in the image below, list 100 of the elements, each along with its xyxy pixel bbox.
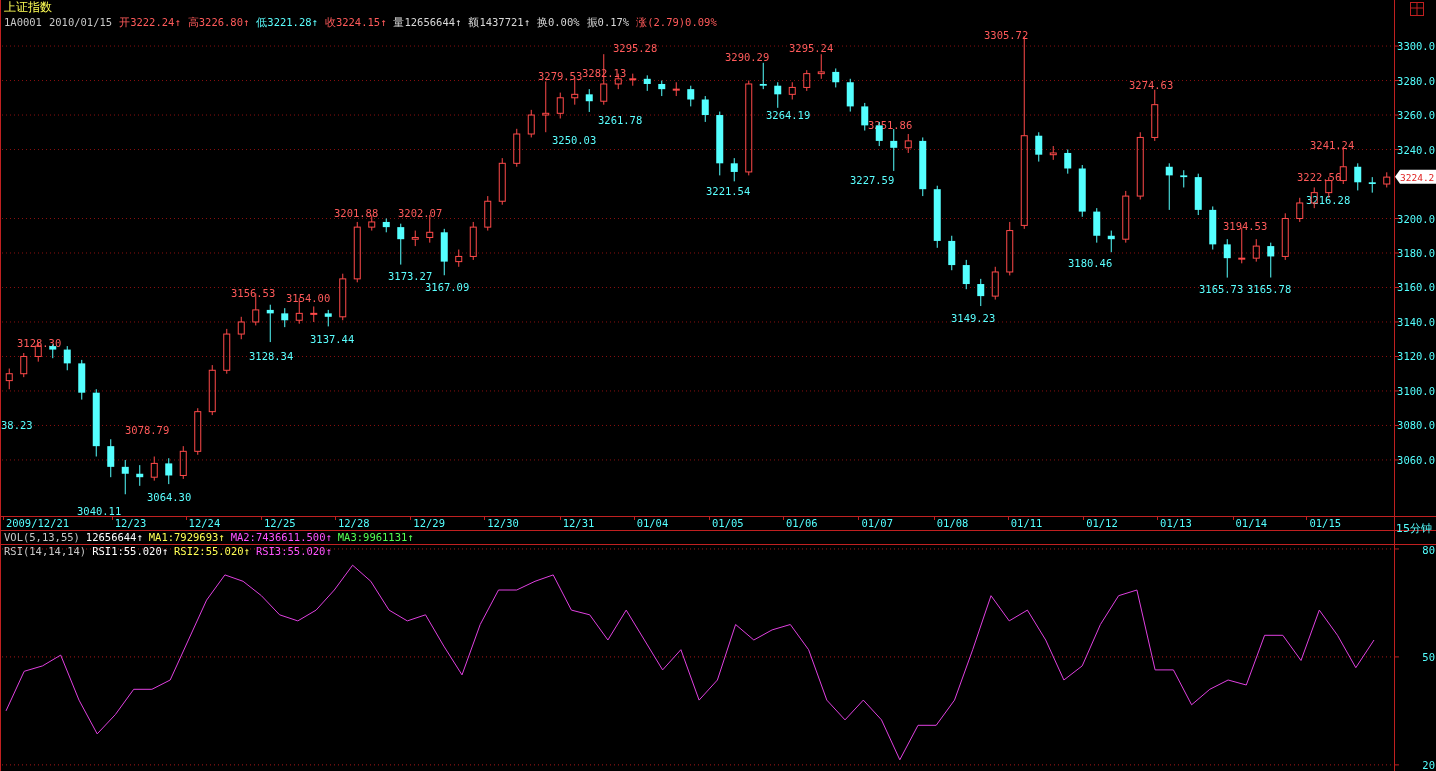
axis-label: 3200.0 (1397, 212, 1435, 225)
candlestick (208, 364, 216, 416)
last-price-tag: 3224.2 (1395, 169, 1436, 184)
date-label: 12/29 (413, 517, 445, 530)
price-label: 3241.24 (1310, 139, 1355, 151)
axis-label: 3300.0 (1397, 40, 1435, 53)
volume-legend: 12656644↑ (85, 531, 143, 544)
candlestick (397, 223, 405, 266)
date-label: 01/06 (786, 517, 818, 530)
panel-layout-icon[interactable] (1410, 2, 1424, 16)
price-label: 3305.72 (984, 30, 1029, 41)
quote-field: 1A0001 (4, 14, 42, 30)
quote-field: 低3221.28↑ (256, 14, 318, 30)
quote-field: 振0.17% (586, 14, 630, 30)
candlestick (730, 157, 738, 182)
price-label: 3167.09 (425, 281, 470, 293)
axis-label: 20 (1422, 758, 1435, 771)
candlestick (179, 445, 187, 480)
candlestick (20, 352, 28, 378)
price-label: 3165.78 (1247, 283, 1292, 295)
price-label: 3194.53 (1223, 220, 1268, 232)
axis-label: 3180.0 (1397, 247, 1435, 259)
price-label: 3173.27 (388, 270, 433, 282)
price-label: 3180.46 (1068, 257, 1113, 269)
date-label: 01/11 (1010, 517, 1043, 530)
date-label: 01/08 (936, 517, 969, 530)
price-label: 3279.53 (538, 70, 583, 82)
price-label: 3221.54 (706, 185, 751, 197)
candlestick (1165, 162, 1173, 211)
volume-legend: MA3:9961131↑ (337, 531, 414, 544)
volume-legend: VOL(5,13,55) (4, 531, 80, 544)
quote-field: 量12656644↑ (393, 14, 462, 30)
price-label: 3261.78 (598, 114, 643, 126)
date-label: 12/28 (337, 517, 370, 530)
price-label: 3149.23 (951, 312, 996, 324)
date-label: 2009/12/21 (5, 517, 70, 530)
candlestick (1354, 162, 1362, 191)
rsi-legend: RSI2:55.020↑ (174, 545, 250, 558)
price-label: 38.23 (1, 419, 33, 431)
date-label: 01/05 (712, 517, 744, 530)
candlestick (498, 157, 506, 206)
rsi-legend: RSI1:55.020↑ (92, 545, 169, 558)
candlestick (832, 67, 840, 88)
quote-field: 开3222.24↑ (119, 14, 181, 30)
date-label: 01/13 (1160, 517, 1192, 530)
axis-label: 3260.0 (1397, 109, 1435, 121)
price-label: 3274.63 (1129, 79, 1174, 91)
candlestick (701, 95, 709, 123)
rsi-legend: RSI(14,14,14) (4, 545, 87, 558)
candlestick (1223, 238, 1231, 279)
candlestick (1151, 89, 1159, 142)
candlestick (774, 81, 782, 109)
quote-field: 收3224.15↑ (324, 14, 387, 30)
date-label: 01/15 (1309, 517, 1342, 530)
price-label: 3128.34 (249, 350, 294, 362)
price-label: 3137.44 (310, 333, 355, 345)
candlestick (542, 80, 550, 133)
date-label: 12/24 (188, 517, 221, 530)
date-label: 12/23 (114, 517, 147, 530)
price-label: 3202.07 (398, 207, 443, 219)
candlestick (1035, 131, 1043, 163)
price-label: 3295.28 (613, 42, 658, 54)
price-label: 3264.19 (766, 109, 811, 121)
candlestick (962, 259, 970, 290)
axis-label: 3100.0 (1397, 384, 1435, 397)
candlestick (788, 81, 796, 100)
price-label: 3165.73 (1199, 283, 1244, 295)
price-label: 3156.53 (231, 287, 276, 299)
date-label: 01/07 (861, 517, 893, 530)
price-label: 3227.59 (850, 174, 895, 186)
axis-label: 3240.0 (1397, 143, 1435, 156)
candlestick (687, 85, 695, 107)
candlestick (861, 102, 869, 132)
axis-label: 3080.0 (1397, 419, 1435, 432)
candlestick (107, 438, 115, 478)
axis-label: 3160.0 (1397, 281, 1435, 294)
candlestick (165, 457, 173, 485)
price-label: 3064.30 (147, 491, 192, 503)
price-label: 3040.11 (77, 505, 122, 516)
candlestick (890, 128, 898, 172)
axis-label: 3120.0 (1397, 350, 1435, 363)
quote-field: 换0.00% (536, 14, 580, 30)
price-label: 3078.79 (125, 424, 170, 436)
candlestick (817, 53, 825, 80)
candlestick (281, 307, 289, 328)
axis-label: 3060.0 (1397, 453, 1435, 466)
quote-field: 额1437721↑ (468, 14, 530, 30)
price-label: 3295.24 (789, 42, 834, 54)
axis-label: 80 (1422, 545, 1435, 556)
date-label: 01/12 (1086, 517, 1118, 530)
axis-label: 3280.0 (1397, 74, 1435, 87)
candlestick (1136, 131, 1144, 201)
candlestick (977, 278, 985, 307)
price-label: 3201.88 (334, 207, 379, 219)
candlestick (1267, 242, 1275, 279)
candlestick (585, 88, 593, 113)
axis-label: 50 (1422, 650, 1435, 663)
date-label: 01/14 (1235, 517, 1268, 530)
candlestick (484, 195, 492, 232)
candlestick (759, 62, 767, 90)
